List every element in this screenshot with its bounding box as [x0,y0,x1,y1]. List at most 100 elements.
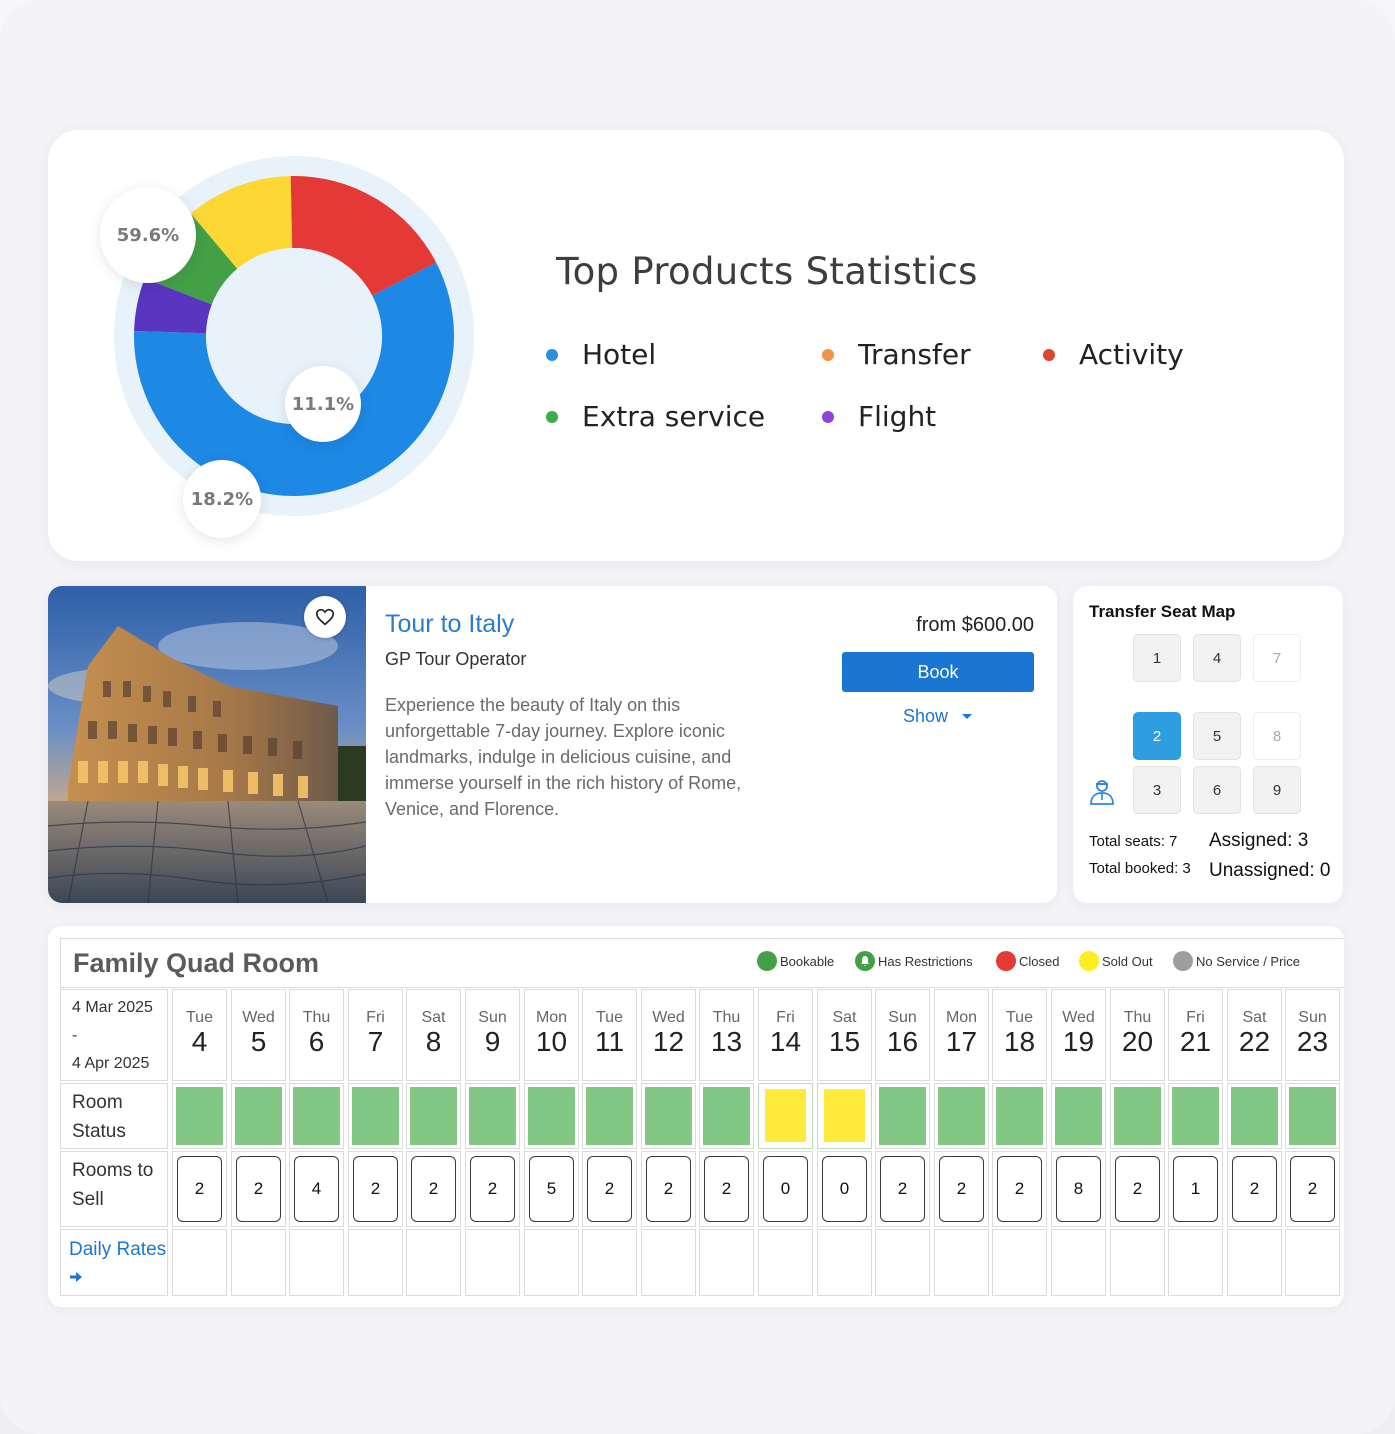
daily-rate-cell[interactable] [231,1229,286,1296]
daily-rate-cell[interactable] [992,1229,1047,1296]
room-status-cell[interactable] [289,1083,344,1149]
arrow-right-icon [70,1272,82,1282]
room-status-cell[interactable] [1285,1083,1340,1149]
daily-rate-cell[interactable] [1285,1229,1340,1296]
no-service-dot-icon [1173,951,1193,971]
daily-rate-cell[interactable] [699,1229,754,1296]
rooms-to-sell-cell: 2 [934,1151,989,1227]
room-status-cell[interactable] [172,1083,227,1149]
status-bookable [1231,1087,1278,1145]
room-status-cell[interactable] [992,1083,1047,1149]
rooms-to-sell-input[interactable]: 2 [1115,1156,1160,1222]
rooms-to-sell-input[interactable]: 2 [353,1156,398,1222]
status-bookable [879,1087,926,1145]
seat[interactable]: 7 [1253,634,1301,682]
rooms-to-sell-input[interactable]: 0 [763,1156,808,1222]
room-status-cell[interactable] [1110,1083,1165,1149]
rooms-to-sell-input[interactable]: 2 [880,1156,925,1222]
seat[interactable]: 9 [1253,766,1301,814]
seat[interactable]: 3 [1133,766,1181,814]
daily-rate-cell[interactable] [582,1229,637,1296]
seat[interactable]: 4 [1193,634,1241,682]
day-number: 23 [1296,1026,1329,1057]
daily-rate-cell[interactable] [758,1229,813,1296]
tour-title-link[interactable]: Tour to Italy [385,610,514,639]
status-bookable [586,1087,633,1145]
rooms-to-sell-input[interactable]: 2 [411,1156,456,1222]
heart-icon [315,608,335,626]
room-status-cell[interactable] [934,1083,989,1149]
daily-rate-cell[interactable] [1168,1229,1223,1296]
room-status-cell[interactable] [406,1083,461,1149]
rooms-to-sell-input[interactable]: 0 [822,1156,867,1222]
daily-rate-cell[interactable] [1227,1229,1282,1296]
rooms-to-sell-input[interactable]: 2 [1290,1156,1335,1222]
daily-rate-cell[interactable] [172,1229,227,1296]
daily-rate-cell[interactable] [289,1229,344,1296]
rooms-to-sell-input[interactable]: 2 [236,1156,281,1222]
seat[interactable]: 6 [1193,766,1241,814]
room-status-cell[interactable] [699,1083,754,1149]
rooms-to-sell-input[interactable]: 2 [939,1156,984,1222]
room-status-cell[interactable] [875,1083,930,1149]
daily-rates-link[interactable]: Daily Rates [61,1230,167,1292]
legend-label: Extra service [582,400,766,433]
rooms-to-sell-input[interactable]: 2 [470,1156,515,1222]
seat[interactable]: 5 [1193,712,1241,760]
daily-rate-cell[interactable] [406,1229,461,1296]
day-number: 12 [652,1026,685,1057]
legend-dot [546,348,558,361]
room-status-text: Room Status [72,1092,126,1142]
seat-selected[interactable]: 2 [1133,712,1181,760]
closed-dot-icon [996,951,1016,971]
date-range-cell: 4 Mar 2025 - 4 Apr 2025 [60,989,168,1081]
book-button[interactable]: Book [842,652,1034,692]
room-status-cell[interactable] [1227,1083,1282,1149]
daily-rate-cell[interactable] [465,1229,520,1296]
rooms-to-sell-input[interactable]: 2 [1232,1156,1277,1222]
rooms-to-sell-input[interactable]: 4 [294,1156,339,1222]
legend-no-service: No Service / Price [1173,951,1300,971]
daily-rate-cell[interactable] [348,1229,403,1296]
favorite-button[interactable] [304,596,346,638]
seat[interactable]: 8 [1253,712,1301,760]
seat[interactable]: 1 [1133,634,1181,682]
rooms-to-sell-input[interactable]: 1 [1173,1156,1218,1222]
rooms-to-sell-input[interactable]: 2 [177,1156,222,1222]
daily-rate-cell[interactable] [817,1229,872,1296]
room-status-cell[interactable] [231,1083,286,1149]
daily-rate-cell[interactable] [1110,1229,1165,1296]
room-status-cell[interactable] [348,1083,403,1149]
driver-icon [1090,780,1114,805]
daily-rate-cell[interactable] [524,1229,579,1296]
daily-rate-cell[interactable] [641,1229,696,1296]
day-name: Fri [366,1009,385,1026]
rooms-to-sell-input[interactable]: 5 [529,1156,574,1222]
rooms-to-sell-input[interactable]: 2 [997,1156,1042,1222]
show-details-toggle[interactable]: Show [903,706,973,727]
rooms-to-sell-input[interactable]: 8 [1056,1156,1101,1222]
room-status-cell[interactable] [817,1083,872,1149]
room-status-cell[interactable] [582,1083,637,1149]
room-status-cell[interactable] [465,1083,520,1149]
room-status-cell[interactable] [1168,1083,1223,1149]
room-status-cell[interactable] [758,1083,813,1149]
daily-rate-cell[interactable] [934,1229,989,1296]
rooms-to-sell-input[interactable]: 2 [704,1156,749,1222]
legend-label: Closed [1019,953,1060,969]
legend-sold-out: Sold Out [1079,951,1153,971]
room-status-cell[interactable] [524,1083,579,1149]
daily-rate-cell[interactable] [875,1229,930,1296]
day-header: Tue 18 [992,989,1047,1081]
room-status-cell[interactable] [1051,1083,1106,1149]
rooms-to-sell-input[interactable]: 2 [646,1156,691,1222]
daily-rate-cell[interactable] [1051,1229,1106,1296]
legend-label: No Service / Price [1196,953,1301,969]
room-status-cell[interactable] [641,1083,696,1149]
bell-icon [855,951,875,971]
day-name: Thu [1123,1009,1152,1026]
rooms-to-sell-cell: 2 [992,1151,1047,1227]
rooms-to-sell-input[interactable]: 2 [587,1156,632,1222]
unassigned-count: Unassigned: 0 [1209,860,1331,881]
day-name: Fri [776,1009,795,1026]
